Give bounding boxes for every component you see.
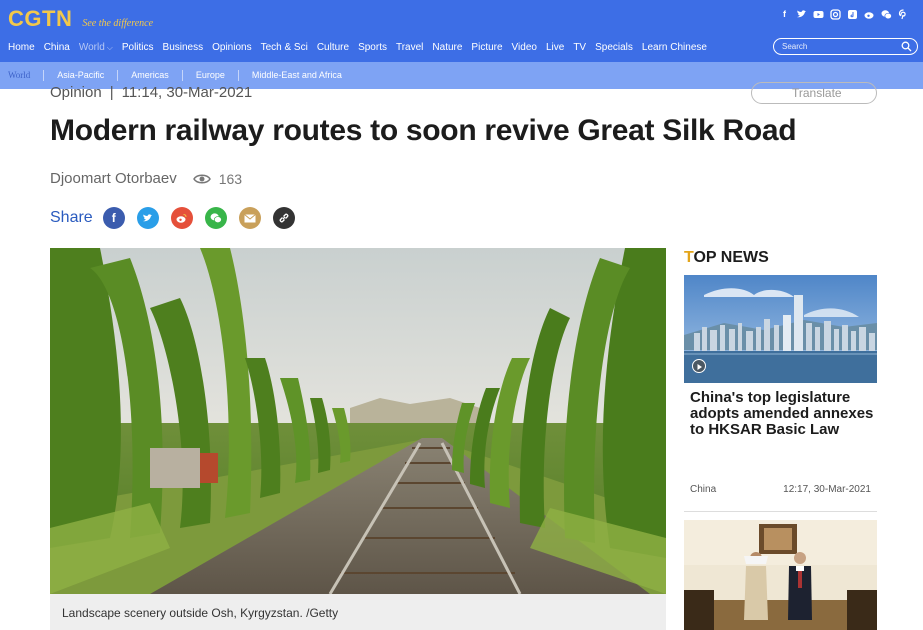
- nav-item-tech-sci[interactable]: Tech & Sci: [261, 42, 308, 53]
- link-icon[interactable]: [272, 207, 295, 229]
- nav-item-nature[interactable]: Nature: [432, 42, 462, 53]
- nav-item-culture[interactable]: Culture: [317, 42, 349, 53]
- translate-label: Translate: [792, 86, 842, 100]
- subnav-item-europe[interactable]: Europe: [181, 70, 238, 81]
- email-icon[interactable]: [238, 207, 261, 229]
- share-label: Share: [50, 209, 93, 226]
- play-icon[interactable]: [692, 359, 706, 373]
- article-category[interactable]: Opinion: [50, 84, 102, 101]
- youtube-icon[interactable]: [813, 9, 824, 20]
- nav-item-tv[interactable]: TV: [573, 42, 586, 53]
- view-count-value: 163: [218, 170, 243, 187]
- nav-item-specials[interactable]: Specials: [595, 42, 633, 53]
- nav-item-live[interactable]: Live: [546, 42, 564, 53]
- divider: [684, 511, 877, 512]
- top-header: CGTN See the difference f Home China Wor…: [0, 0, 923, 62]
- subnav-item-world[interactable]: World: [0, 70, 43, 81]
- top-news-category[interactable]: China: [690, 484, 716, 495]
- wechat-icon[interactable]: [881, 9, 892, 20]
- weibo-icon[interactable]: [170, 207, 193, 229]
- share-bar: Share f: [50, 207, 307, 229]
- nav-item-sports[interactable]: Sports: [358, 42, 387, 53]
- subnav-item-asia-pacific[interactable]: Asia-Pacific: [43, 70, 117, 81]
- facebook-icon[interactable]: f: [102, 207, 125, 229]
- article-datetime: 11:14, 30-Mar-2021: [121, 84, 253, 101]
- nav-item-home[interactable]: Home: [8, 42, 35, 53]
- meta-separator: |: [109, 84, 114, 101]
- logo-text: CGTN: [8, 6, 73, 31]
- nav-item-travel[interactable]: Travel: [396, 42, 423, 53]
- view-count: 163: [192, 170, 243, 187]
- nav-item-picture[interactable]: Picture: [471, 42, 502, 53]
- top-news-meta: China 12:17, 30-Mar-2021: [690, 484, 871, 495]
- search-input[interactable]: [782, 42, 892, 51]
- chevron-down-icon: ⌵: [106, 42, 113, 52]
- top-news-heading-rest: OP NEWS: [693, 249, 769, 266]
- twitter-icon[interactable]: [796, 9, 807, 20]
- translate-button[interactable]: Translate: [751, 82, 877, 104]
- weibo-icon[interactable]: [864, 9, 875, 20]
- pinterest-icon[interactable]: [898, 9, 909, 20]
- nav-item-world[interactable]: World ⌵: [79, 42, 113, 53]
- nav-item-learn-chinese[interactable]: Learn Chinese: [642, 42, 707, 53]
- subnav-item-middle-east-africa[interactable]: Middle-East and Africa: [237, 70, 355, 81]
- top-news-image-meeting[interactable]: [684, 520, 877, 630]
- social-links: f: [779, 9, 909, 20]
- logo-slogan: See the difference: [82, 18, 154, 29]
- top-news-time: 12:17, 30-Mar-2021: [783, 484, 871, 495]
- cgtn-logo[interactable]: CGTN See the difference: [8, 6, 153, 32]
- twitter-icon[interactable]: [136, 207, 159, 229]
- image-caption: Landscape scenery outside Osh, Kyrgyzsta…: [50, 594, 666, 630]
- nav-item-world-label: World: [78, 41, 105, 53]
- subnav-item-americas[interactable]: Americas: [117, 70, 182, 81]
- nav-item-video[interactable]: Video: [512, 42, 537, 53]
- hero-image: [50, 248, 666, 594]
- article-title: Modern railway routes to soon revive Gre…: [50, 114, 797, 147]
- byline: Djoomart Otorbaev 163: [50, 170, 242, 187]
- search-icon[interactable]: [901, 41, 912, 52]
- instagram-icon[interactable]: [830, 9, 841, 20]
- nav-item-business[interactable]: Business: [163, 42, 204, 53]
- author-name[interactable]: Djoomart Otorbaev: [50, 170, 177, 187]
- wechat-icon[interactable]: [204, 207, 227, 229]
- top-news-headline[interactable]: China's top legislature adopts amended a…: [690, 390, 880, 438]
- article-meta: Opinion | 11:14, 30-Mar-2021: [50, 84, 252, 101]
- search-box: [773, 38, 918, 55]
- top-news-image-hong-kong[interactable]: [684, 275, 877, 383]
- top-news-heading: TOP NEWS: [684, 249, 769, 267]
- eye-icon: [192, 174, 211, 183]
- main-navigation: Home China World ⌵ Politics Business Opin…: [0, 37, 708, 57]
- nav-item-china[interactable]: China: [44, 42, 70, 53]
- tiktok-icon[interactable]: [847, 9, 858, 20]
- nav-item-opinions[interactable]: Opinions: [212, 42, 251, 53]
- facebook-icon[interactable]: f: [779, 9, 790, 20]
- nav-item-politics[interactable]: Politics: [122, 42, 154, 53]
